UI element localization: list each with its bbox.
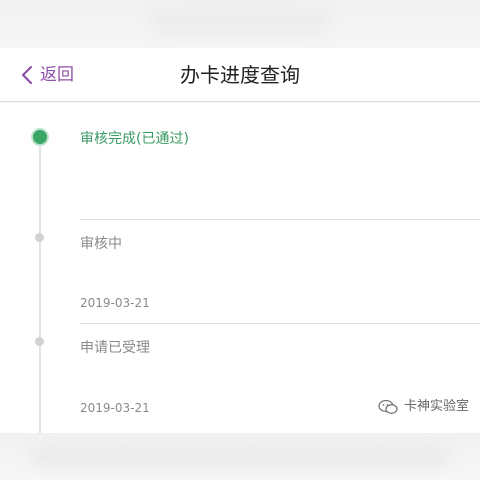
progress-timeline: 审核完成(已通过) 审核中 2019-03-21 申请已受理 2019-03-2… <box>0 103 480 439</box>
screen: 返回 办卡进度查询 审核完成(已通过) 审核中 2019-03-21 申请已受理… <box>0 0 480 480</box>
step-title-approved: 审核完成(已通过) <box>80 131 189 147</box>
step-divider <box>80 219 480 220</box>
step-pending-dot <box>35 233 44 242</box>
watermark: 卡神实验室 <box>378 398 469 416</box>
timeline-line <box>39 139 41 439</box>
navigation-bar: 返回 办卡进度查询 <box>0 48 480 102</box>
bottom-blur <box>0 433 480 480</box>
watermark-text: 卡神实验室 <box>404 399 470 414</box>
page-title: 办卡进度查询 <box>180 63 300 87</box>
wechat-icon <box>378 399 398 414</box>
step-title-accepted: 申请已受理 <box>80 340 150 356</box>
step-divider <box>80 323 480 324</box>
step-done-dot <box>31 128 49 146</box>
step-title-reviewing: 审核中 <box>80 236 122 252</box>
step-pending-dot <box>35 337 44 346</box>
status-bar-blur <box>0 0 480 48</box>
step-date-accepted: 2019-03-21 <box>80 401 150 415</box>
step-date-reviewing: 2019-03-21 <box>80 296 150 310</box>
